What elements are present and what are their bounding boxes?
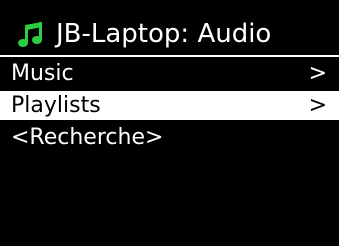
menu-item-label: Playlists: [11, 93, 101, 118]
menu-list: Music > Playlists > <Recherche>: [0, 59, 339, 155]
page-title: JB-Laptop: Audio: [56, 19, 272, 49]
menu-item-search[interactable]: <Recherche>: [0, 123, 339, 152]
title-divider: [0, 55, 339, 57]
audio-menu-screen: JB-Laptop: Audio Music > Playlists > <Re…: [0, 0, 339, 246]
title-bar: JB-Laptop: Audio: [0, 14, 339, 54]
menu-item-label: <Recherche>: [11, 125, 164, 150]
menu-item-playlists[interactable]: Playlists >: [0, 91, 339, 120]
chevron-right-icon: >: [308, 61, 327, 86]
menu-item-label: Music: [11, 61, 74, 86]
chevron-right-icon: >: [308, 93, 327, 118]
music-note-icon: [18, 22, 42, 47]
menu-item-music[interactable]: Music >: [0, 59, 339, 88]
